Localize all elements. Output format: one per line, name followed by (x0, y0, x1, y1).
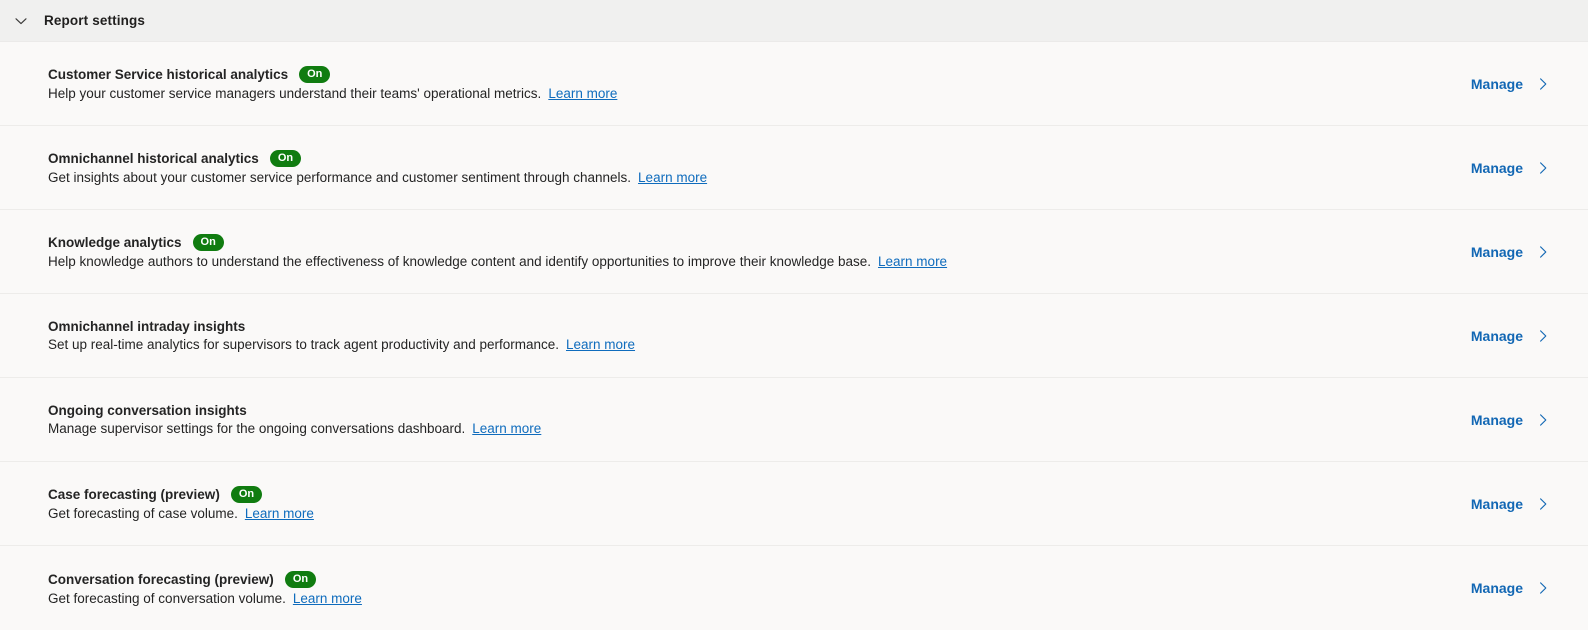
manage-button[interactable]: Manage (1471, 579, 1558, 597)
setting-description: Set up real-time analytics for superviso… (48, 337, 559, 352)
status-badge: On (269, 150, 302, 167)
status-badge: On (230, 486, 263, 503)
setting-row-4[interactable]: Ongoing conversation insights Manage sup… (0, 378, 1588, 462)
setting-title: Omnichannel historical analytics (48, 151, 259, 166)
chevron-right-icon (1534, 579, 1552, 597)
chevron-down-icon[interactable] (8, 8, 34, 34)
chevron-right-icon (1534, 327, 1552, 345)
setting-title-line: Customer Service historical analytics On (48, 66, 617, 83)
setting-row-text: Knowledge analytics On Help knowledge au… (48, 234, 947, 269)
setting-row-1[interactable]: Omnichannel historical analytics On Get … (0, 126, 1588, 210)
manage-button[interactable]: Manage (1471, 411, 1558, 429)
chevron-right-icon (1534, 243, 1552, 261)
manage-label: Manage (1470, 411, 1523, 428)
setting-title-line: Omnichannel intraday insights (48, 319, 635, 334)
setting-row-text: Conversation forecasting (preview) On Ge… (48, 570, 362, 606)
setting-row-3[interactable]: Omnichannel intraday insights Set up rea… (0, 294, 1588, 378)
setting-description-line: Help knowledge authors to understand the… (48, 254, 947, 269)
setting-description: Get insights about your customer service… (48, 170, 632, 185)
status-badge: On (284, 570, 317, 588)
chevron-right-icon (1534, 75, 1552, 93)
setting-description: Get forecasting of conversation volume. (48, 590, 286, 606)
learn-more-link[interactable]: Learn more (878, 254, 947, 269)
setting-row-text: Customer Service historical analytics On… (48, 66, 617, 101)
chevron-right-icon (1534, 159, 1552, 177)
setting-row-5[interactable]: Case forecasting (preview) On Get foreca… (0, 462, 1588, 546)
setting-description: Manage supervisor settings for the ongoi… (48, 421, 466, 436)
manage-button[interactable]: Manage (1471, 75, 1558, 93)
learn-more-link[interactable]: Learn more (245, 506, 314, 521)
setting-title: Customer Service historical analytics (48, 67, 289, 82)
setting-description-line: Get insights about your customer service… (48, 170, 707, 185)
setting-title: Conversation forecasting (preview) (48, 571, 274, 587)
status-badge: On (192, 234, 224, 251)
setting-title-line: Case forecasting (preview) On (48, 486, 314, 503)
setting-title-line: Knowledge analytics On (48, 234, 947, 251)
manage-button[interactable]: Manage (1471, 495, 1558, 513)
manage-label: Manage (1470, 159, 1523, 176)
setting-description: Help knowledge authors to understand the… (48, 254, 872, 269)
learn-more-link[interactable]: Learn more (472, 421, 541, 436)
report-settings-section-header[interactable]: Report settings (0, 0, 1588, 42)
setting-title-line: Omnichannel historical analytics On (48, 150, 707, 167)
manage-label: Manage (1470, 75, 1523, 92)
setting-description-line: Set up real-time analytics for superviso… (48, 337, 635, 352)
setting-description-line: Get forecasting of conversation volume. … (48, 591, 362, 606)
setting-row-6[interactable]: Conversation forecasting (preview) On Ge… (0, 546, 1588, 630)
setting-title: Knowledge analytics (48, 235, 182, 250)
manage-label: Manage (1470, 495, 1523, 512)
setting-row-text: Omnichannel intraday insights Set up rea… (48, 319, 635, 352)
status-badge: On (299, 66, 331, 83)
page-title: Report settings (44, 13, 146, 28)
setting-row-2[interactable]: Knowledge analytics On Help knowledge au… (0, 210, 1588, 294)
setting-row-text: Case forecasting (preview) On Get foreca… (48, 486, 314, 521)
setting-title-line: Conversation forecasting (preview) On (48, 570, 362, 588)
setting-row-text: Omnichannel historical analytics On Get … (48, 150, 707, 185)
setting-title: Omnichannel intraday insights (48, 319, 246, 334)
setting-description-line: Manage supervisor settings for the ongoi… (48, 421, 541, 436)
manage-label: Manage (1470, 327, 1523, 344)
chevron-right-icon (1534, 411, 1552, 429)
manage-button[interactable]: Manage (1471, 243, 1558, 261)
setting-description: Help your customer service managers unde… (48, 86, 542, 101)
setting-title: Ongoing conversation insights (48, 403, 247, 418)
setting-description: Get forecasting of case volume. (48, 506, 238, 521)
learn-more-link[interactable]: Learn more (293, 591, 362, 606)
manage-label: Manage (1470, 580, 1523, 596)
setting-description-line: Help your customer service managers unde… (48, 86, 617, 101)
learn-more-link[interactable]: Learn more (638, 170, 707, 185)
report-settings-list: Customer Service historical analytics On… (0, 42, 1588, 630)
manage-button[interactable]: Manage (1471, 327, 1558, 345)
setting-description-line: Get forecasting of case volume. Learn mo… (48, 506, 314, 521)
manage-button[interactable]: Manage (1471, 159, 1558, 177)
learn-more-link[interactable]: Learn more (566, 337, 635, 352)
learn-more-link[interactable]: Learn more (548, 86, 617, 101)
setting-title: Case forecasting (preview) (48, 487, 220, 502)
chevron-right-icon (1534, 495, 1552, 513)
setting-row-0[interactable]: Customer Service historical analytics On… (0, 42, 1588, 126)
manage-label: Manage (1470, 243, 1523, 260)
setting-title-line: Ongoing conversation insights (48, 403, 541, 418)
setting-row-text: Ongoing conversation insights Manage sup… (48, 403, 541, 436)
